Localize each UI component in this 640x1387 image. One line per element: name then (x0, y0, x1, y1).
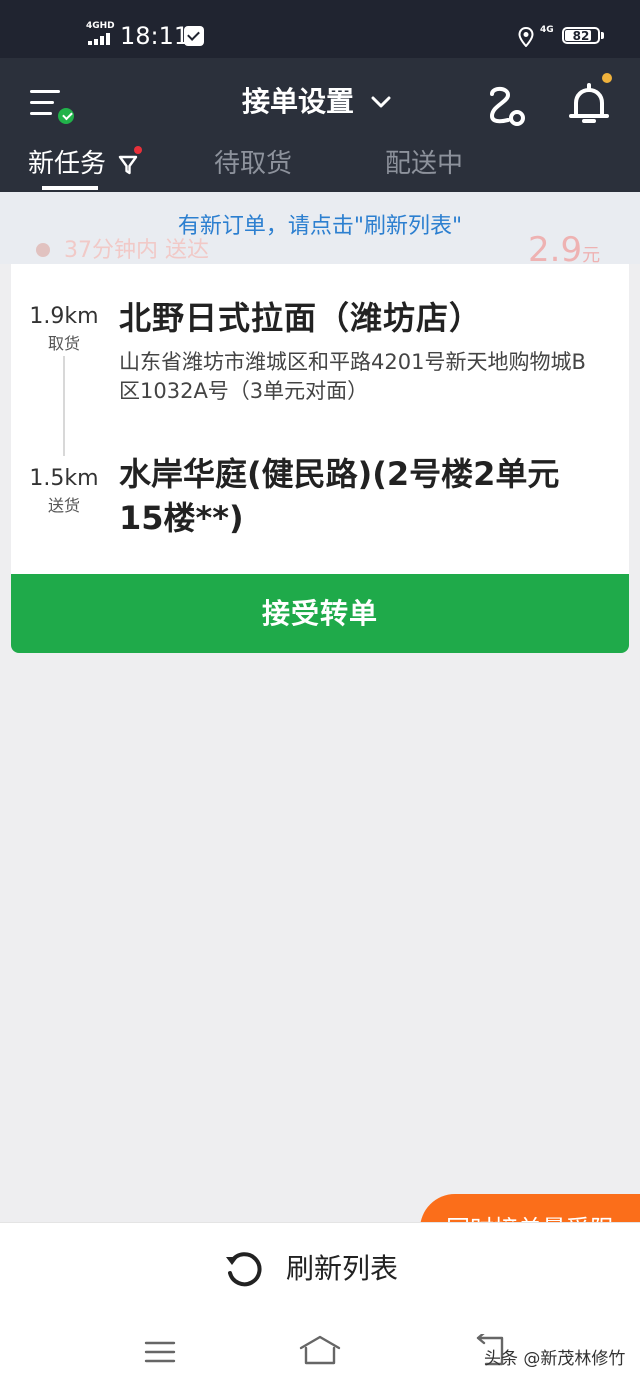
price-unit: 元 (582, 245, 601, 266)
new-order-notice[interactable]: 37分钟内 送达 2.9元 有新订单，请点击"刷新列表" (0, 192, 640, 268)
watermark: 头条 @新茂林修竹 (484, 1349, 626, 1369)
task-tabs: 新任务 待取货 配送中 (0, 146, 640, 192)
order-settings-dropdown[interactable]: 接单设置 (242, 84, 392, 120)
location-icon (518, 27, 534, 47)
tab-awaiting-pickup[interactable]: 待取货 (214, 146, 292, 182)
route-connector (63, 356, 65, 456)
filter-badge (134, 146, 142, 154)
app-header: 接单设置 新任务 待取货 配送中 (0, 58, 640, 192)
delivery-time-hint: 37分钟内 送达 (36, 238, 209, 264)
home-icon[interactable] (298, 1334, 342, 1366)
menu-button[interactable] (30, 88, 78, 128)
shop-name: 北野日式拉面（潍坊店） (119, 299, 483, 337)
pickup-distance: 1.9km 取货 (20, 304, 108, 354)
clock: 18:11 (120, 22, 190, 50)
active-tab-indicator (42, 186, 98, 190)
signal-icon (88, 33, 112, 45)
delivery-label: 送货 (47, 496, 80, 515)
refresh-icon (226, 1252, 262, 1287)
delivery-distance-value: 1.5km (29, 466, 99, 491)
network-type: 4GHD (86, 21, 115, 31)
chevron-down-icon (371, 96, 391, 108)
timer-icon (36, 243, 50, 257)
tab-new-tasks[interactable]: 新任务 (28, 146, 106, 182)
battery-percent: 82 (572, 29, 590, 43)
mobile-data-indicator: 4G (540, 25, 554, 35)
filter-icon[interactable] (118, 154, 138, 176)
delivery-distance: 1.5km 送货 (20, 466, 108, 516)
pickup-distance-value: 1.9km (29, 304, 99, 329)
delivery-time-text: 37分钟内 送达 (64, 238, 209, 263)
recent-apps-icon[interactable] (144, 1340, 176, 1364)
bell-icon[interactable] (566, 80, 612, 128)
shop-address: 山东省潍坊市潍城区和平路4201号新天地购物城B区1032A号（3单元对面） (119, 350, 586, 403)
destination-address: 水岸华庭(健民路)(2号楼2单元15楼**) (119, 455, 560, 537)
notice-text: 有新订单，请点击"刷新列表" (177, 214, 463, 239)
page-title: 接单设置 (242, 85, 355, 118)
notification-icon (184, 26, 204, 46)
refresh-label: 刷新列表 (286, 1252, 399, 1285)
pickup-label: 取货 (47, 334, 80, 353)
order-card[interactable]: 1.9km 取货 1.5km 送货 北野日式拉面（潍坊店） 山东省潍坊市潍城区和… (11, 264, 629, 574)
refresh-list-button[interactable]: 刷新列表 (222, 1249, 398, 1289)
check-badge-icon (56, 106, 76, 126)
battery-icon: 82 (562, 27, 600, 44)
battery-tip (601, 32, 604, 39)
route-icon[interactable] (486, 84, 528, 128)
status-bar: 4GHD 18:11 4G 82 (0, 0, 640, 58)
tab-delivering[interactable]: 配送中 (385, 146, 463, 182)
accept-transfer-button[interactable]: 接受转单 (11, 574, 629, 653)
notification-dot (602, 73, 612, 83)
bottom-bar: 刷新列表 (0, 1222, 640, 1314)
